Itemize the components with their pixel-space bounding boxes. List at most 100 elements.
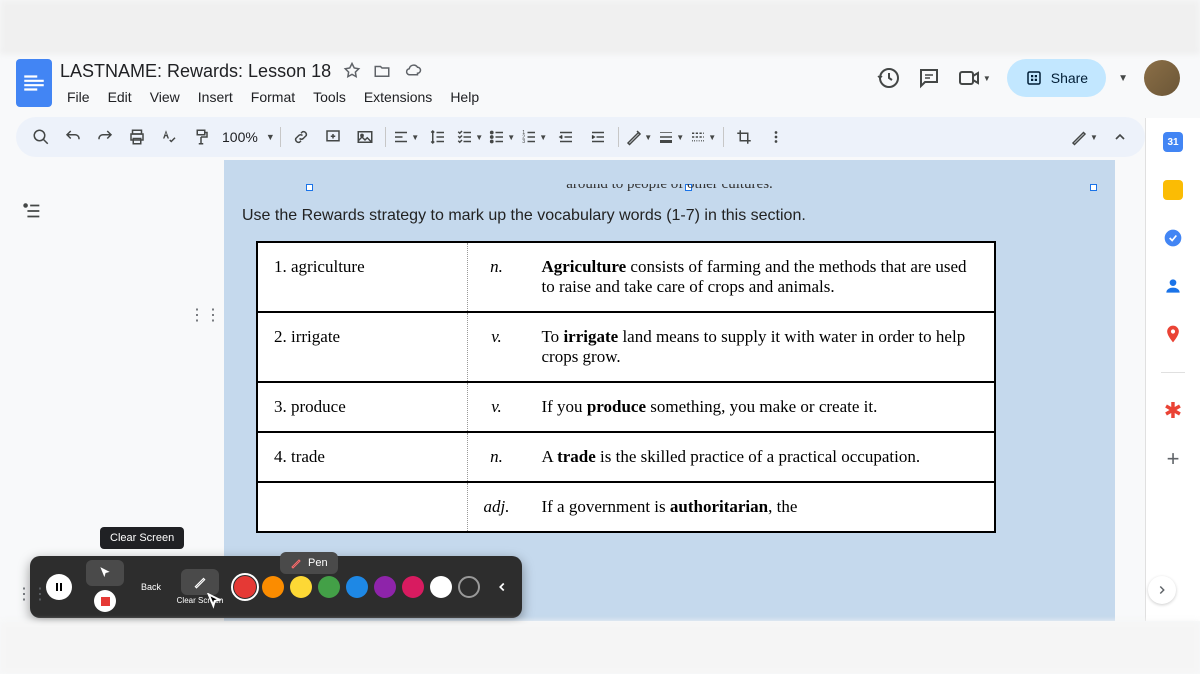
vocab-word[interactable]: 2. irrigate bbox=[257, 312, 467, 382]
history-icon[interactable] bbox=[877, 66, 901, 90]
collapse-toolbar-icon[interactable] bbox=[1105, 122, 1135, 152]
table-row: 4. trade n. A trade is the skilled pract… bbox=[257, 432, 995, 482]
star-icon[interactable] bbox=[343, 62, 361, 80]
back-button[interactable]: Back bbox=[130, 561, 172, 613]
browser-chrome-blur bbox=[0, 0, 1200, 53]
insert-image-icon[interactable] bbox=[350, 122, 380, 152]
table-row: 2. irrigate v. To irrigate land means to… bbox=[257, 312, 995, 382]
vocab-def[interactable]: If you produce something, you make or cr… bbox=[525, 382, 995, 432]
vocab-word[interactable]: 1. agriculture bbox=[257, 242, 467, 312]
toolbar: 100% ▼ ▼ ▼ ▼ 123▼ ▼ ▼ ▼ ▼ bbox=[16, 117, 1145, 157]
explore-icon[interactable]: ⋮⋮ bbox=[16, 584, 48, 604]
contacts-icon[interactable] bbox=[1163, 276, 1183, 296]
user-avatar[interactable] bbox=[1144, 60, 1180, 96]
tasks-icon[interactable] bbox=[1163, 228, 1183, 248]
menu-file[interactable]: File bbox=[60, 85, 97, 109]
left-sidebar bbox=[0, 160, 64, 621]
pen-tool-label[interactable]: Pen bbox=[280, 552, 338, 574]
meet-icon[interactable]: ▼ bbox=[957, 66, 991, 90]
format-options-icon[interactable]: ▼ bbox=[624, 122, 654, 152]
crop-icon[interactable] bbox=[729, 122, 759, 152]
redo-icon[interactable] bbox=[90, 122, 120, 152]
document-title[interactable]: LASTNAME: Rewards: Lesson 18 bbox=[60, 61, 331, 82]
color-swatch[interactable] bbox=[374, 576, 396, 598]
vocab-def[interactable]: Agriculture consists of farming and the … bbox=[525, 242, 995, 312]
addon-asterisk-icon[interactable]: ✱ bbox=[1163, 401, 1183, 421]
svg-text:3: 3 bbox=[523, 139, 526, 145]
cloud-status-icon[interactable] bbox=[403, 62, 423, 80]
vocab-pos[interactable]: adj. bbox=[467, 482, 525, 532]
menu-view[interactable]: View bbox=[143, 85, 187, 109]
stop-button[interactable] bbox=[86, 588, 124, 614]
share-button[interactable]: Share bbox=[1007, 59, 1106, 97]
instruction-text: Use the Rewards strategy to mark up the … bbox=[242, 207, 1097, 225]
docs-logo-icon[interactable] bbox=[16, 59, 52, 107]
print-icon[interactable] bbox=[122, 122, 152, 152]
move-icon[interactable] bbox=[373, 62, 391, 80]
color-swatch[interactable] bbox=[290, 576, 312, 598]
menu-tools[interactable]: Tools bbox=[306, 85, 353, 109]
vocab-def[interactable]: If a government is authoritarian, the bbox=[525, 482, 995, 532]
next-page-icon[interactable] bbox=[1148, 576, 1176, 604]
table-row: adj. If a government is authoritarian, t… bbox=[257, 482, 995, 532]
vocab-pos[interactable]: v. bbox=[467, 382, 525, 432]
color-swatch[interactable] bbox=[234, 576, 256, 598]
clear-screen-button[interactable]: Clear Screen bbox=[176, 561, 224, 613]
menu-format[interactable]: Format bbox=[244, 85, 302, 109]
search-icon[interactable] bbox=[26, 122, 56, 152]
color-swatch[interactable] bbox=[402, 576, 424, 598]
editing-mode-icon[interactable]: ▼ bbox=[1069, 122, 1099, 152]
keep-icon[interactable] bbox=[1163, 180, 1183, 200]
color-swatch[interactable] bbox=[458, 576, 480, 598]
menu-insert[interactable]: Insert bbox=[191, 85, 240, 109]
align-icon[interactable]: ▼ bbox=[391, 122, 421, 152]
divider bbox=[1161, 372, 1185, 373]
bulleted-list-icon[interactable]: ▼ bbox=[487, 122, 517, 152]
menu-edit[interactable]: Edit bbox=[101, 85, 139, 109]
vocab-word[interactable]: 3. produce bbox=[257, 382, 467, 432]
color-swatch[interactable] bbox=[346, 576, 368, 598]
color-swatch[interactable] bbox=[430, 576, 452, 598]
vocab-pos[interactable]: v. bbox=[467, 312, 525, 382]
checklist-icon[interactable]: ▼ bbox=[455, 122, 485, 152]
table-row: 1. agriculture n. Agriculture consists o… bbox=[257, 242, 995, 312]
increase-indent-icon[interactable] bbox=[583, 122, 613, 152]
paint-format-icon[interactable] bbox=[186, 122, 216, 152]
get-addons-icon[interactable]: + bbox=[1163, 449, 1183, 469]
menu-bar: File Edit View Insert Format Tools Exten… bbox=[60, 85, 877, 109]
table-row: 3. produce v. If you produce something, … bbox=[257, 382, 995, 432]
zoom-level[interactable]: 100% bbox=[218, 129, 262, 145]
add-comment-icon[interactable] bbox=[318, 122, 348, 152]
menu-help[interactable]: Help bbox=[443, 85, 486, 109]
bottom-chrome-blur bbox=[0, 621, 1200, 674]
color-palette bbox=[228, 576, 486, 598]
comments-icon[interactable] bbox=[917, 66, 941, 90]
vocab-def[interactable]: A trade is the skilled practice of a pra… bbox=[525, 432, 995, 482]
vocab-pos[interactable]: n. bbox=[467, 432, 525, 482]
line-spacing-icon[interactable] bbox=[423, 122, 453, 152]
image-border-weight-icon[interactable]: ▼ bbox=[656, 122, 686, 152]
image-border-dash-icon[interactable]: ▼ bbox=[688, 122, 718, 152]
spellcheck-icon[interactable] bbox=[154, 122, 184, 152]
decrease-indent-icon[interactable] bbox=[551, 122, 581, 152]
more-tools-icon[interactable] bbox=[761, 122, 791, 152]
numbered-list-icon[interactable]: 123▼ bbox=[519, 122, 549, 152]
pointer-button[interactable] bbox=[86, 560, 124, 586]
color-swatch[interactable] bbox=[318, 576, 340, 598]
collapse-annotation-icon[interactable] bbox=[490, 567, 514, 607]
calendar-icon[interactable]: 31 bbox=[1163, 132, 1183, 152]
link-icon[interactable] bbox=[286, 122, 316, 152]
vocab-def[interactable]: To irrigate land means to supply it with… bbox=[525, 312, 995, 382]
document-canvas[interactable]: ⋮⋮ + around to people of other cultures.… bbox=[64, 160, 1145, 621]
vocab-word[interactable]: 4. trade bbox=[257, 432, 467, 482]
vocab-word[interactable] bbox=[257, 482, 467, 532]
share-label: Share bbox=[1051, 70, 1088, 86]
zoom-dropdown-icon[interactable]: ▼ bbox=[266, 132, 275, 142]
maps-icon[interactable] bbox=[1163, 324, 1183, 344]
undo-icon[interactable] bbox=[58, 122, 88, 152]
share-dropdown-icon[interactable]: ▼ bbox=[1118, 73, 1128, 84]
menu-extensions[interactable]: Extensions bbox=[357, 85, 439, 109]
vocab-pos[interactable]: n. bbox=[467, 242, 525, 312]
vocabulary-table: 1. agriculture n. Agriculture consists o… bbox=[256, 241, 996, 533]
color-swatch[interactable] bbox=[262, 576, 284, 598]
